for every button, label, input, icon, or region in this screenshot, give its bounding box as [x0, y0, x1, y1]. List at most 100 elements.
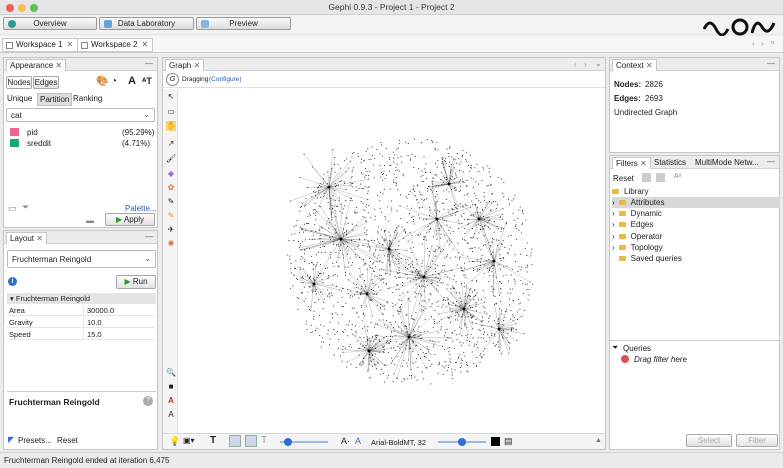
properties-section[interactable]: ▾ Fruchterman Reingold	[7, 293, 156, 304]
tab-layout[interactable]: Layout ✕	[6, 232, 47, 244]
edge-label-icon[interactable]: T	[261, 435, 267, 446]
close-icon[interactable]: ✕	[142, 40, 149, 49]
close-icon[interactable]: ✕	[193, 61, 200, 70]
auto-apply-icon[interactable]: ▭	[8, 203, 17, 214]
direct-select-icon[interactable]: ↗	[166, 139, 176, 149]
expand-icon[interactable]: ›	[612, 220, 615, 229]
select-button[interactable]: Select	[686, 434, 732, 447]
configure-link[interactable]: (Configure)	[209, 76, 242, 83]
tab-workspace-1[interactable]: Workspace 1 ✕	[2, 38, 79, 52]
library-item-edges[interactable]: › Edges	[612, 219, 780, 230]
label-color-icon[interactable]: A	[128, 75, 136, 87]
lightbulb-icon[interactable]: 💡	[169, 436, 180, 447]
tab-unique[interactable]: Unique	[7, 94, 32, 103]
funnel-icon[interactable]: ⏷	[22, 202, 29, 213]
param-row[interactable]: Speed 15.0	[7, 329, 154, 340]
minimize-icon[interactable]: —	[145, 59, 153, 68]
edge-weight-slider[interactable]	[280, 438, 328, 446]
label-font-button[interactable]: Arial-BoldMT, 32	[371, 438, 426, 447]
color-palette-icon[interactable]: 🎨	[96, 76, 108, 87]
font-color-icon[interactable]: A	[355, 436, 361, 446]
minimize-icon[interactable]: —	[767, 59, 775, 68]
scroll-right-icon[interactable]: ›	[584, 60, 587, 69]
param-row[interactable]: Gravity 10.0	[7, 317, 154, 328]
export-icon[interactable]	[656, 173, 665, 182]
minimize-icon[interactable]: —	[767, 157, 775, 166]
text-color-icon[interactable]: A	[166, 396, 176, 406]
close-icon[interactable]: ✕	[55, 61, 62, 70]
library-item-operator[interactable]: › Operator	[612, 231, 780, 242]
nodes-toggle[interactable]: Nodes	[6, 76, 32, 89]
expand-icon[interactable]: ›	[612, 232, 615, 241]
filters-reset-button[interactable]: Reset	[613, 174, 634, 183]
background-color-swatch[interactable]	[491, 437, 500, 446]
tab-scroll-right-icon[interactable]: ›	[761, 39, 764, 48]
preview-button[interactable]: Preview	[196, 17, 291, 30]
dropdown-icon[interactable]: ⌄	[595, 59, 602, 68]
data-laboratory-button[interactable]: Data Laboratory	[99, 17, 194, 30]
library-item-saved-queries[interactable]: ›Saved queries	[612, 253, 780, 264]
help-icon[interactable]: ?	[143, 396, 153, 406]
expand-icon[interactable]: ›	[612, 209, 615, 218]
tab-graph[interactable]: Graph ✕	[165, 59, 205, 71]
expand-icon[interactable]: ›	[612, 243, 615, 252]
label-size-slider[interactable]	[438, 438, 486, 446]
heat-map-icon[interactable]: ✺	[166, 239, 176, 249]
text-size-icon[interactable]: A	[166, 410, 176, 420]
edge-pencil-icon[interactable]: ✎	[166, 211, 176, 221]
tab-appearance[interactable]: Appearance ✕	[6, 59, 67, 71]
text-icon[interactable]: T	[210, 435, 216, 446]
apply-button[interactable]: ▶ Apply	[105, 213, 155, 226]
rectangle-select-icon[interactable]: ▭	[166, 107, 176, 117]
library-node[interactable]: Library	[612, 186, 780, 197]
library-item-attributes[interactable]: › Attributes	[612, 197, 780, 208]
tab-ranking[interactable]: Ranking	[73, 94, 102, 103]
edge-color-icon[interactable]	[245, 435, 257, 447]
filter-options-icon[interactable]: Aᵃ	[674, 173, 681, 180]
brush-icon[interactable]: 🖌	[166, 154, 176, 164]
close-icon[interactable]: ✕	[646, 61, 653, 70]
close-icon[interactable]: ✕	[640, 159, 647, 168]
save-icon[interactable]	[642, 173, 651, 182]
drag-hand-icon[interactable]: ✋	[166, 121, 176, 131]
tab-partition[interactable]: Partition	[37, 93, 73, 106]
scroll-left-icon[interactable]: ‹	[574, 60, 577, 69]
presets-button[interactable]: Presets...	[18, 436, 52, 445]
tab-context[interactable]: Context ✕	[612, 59, 657, 71]
library-item-topology[interactable]: › Topology	[612, 242, 780, 253]
attribute-select[interactable]: cat ⌄	[6, 108, 155, 122]
size-icon[interactable]: ◔	[111, 76, 117, 87]
tab-statistics[interactable]: Statistics	[654, 158, 686, 167]
tab-scroll-left-icon[interactable]: ‹	[752, 39, 755, 48]
select-arrow-icon[interactable]: ↖	[166, 92, 176, 102]
library-item-dynamic[interactable]: › Dynamic	[612, 208, 780, 219]
info-icon[interactable]: i	[8, 277, 17, 286]
font-decrease-icon[interactable]: A·	[341, 436, 350, 446]
center-icon[interactable]: ■	[166, 382, 176, 392]
reset-button[interactable]: Reset	[57, 436, 78, 445]
edge-toggle-icon[interactable]	[229, 435, 241, 447]
label-size-icon[interactable]: ᴬT	[142, 76, 152, 86]
spline-icon[interactable]: ▬	[86, 216, 94, 225]
partition-swatch-sreddit[interactable]	[10, 139, 19, 147]
label-settings-icon[interactable]: ▤	[504, 436, 513, 447]
tab-multimode[interactable]: MultiMode Netw...	[695, 158, 759, 167]
diamond-icon[interactable]: ◆	[166, 169, 176, 179]
run-button[interactable]: ▶ Run	[116, 275, 156, 289]
expand-icon[interactable]: ▲	[595, 437, 602, 444]
filter-button[interactable]: Filter	[736, 434, 778, 447]
edges-toggle[interactable]: Edges	[33, 76, 59, 89]
pencil-icon[interactable]: ✎	[166, 197, 176, 207]
close-icon[interactable]: ✕	[67, 40, 74, 49]
tab-restore-icon[interactable]: ▫	[771, 37, 774, 47]
painter-icon[interactable]: ✿	[166, 183, 176, 193]
shortest-path-icon[interactable]: ✈	[166, 225, 176, 235]
expand-icon[interactable]: ›	[612, 198, 615, 207]
close-icon[interactable]: ✕	[36, 234, 43, 243]
partition-swatch-pid[interactable]	[10, 128, 19, 136]
param-row[interactable]: Area 30000.0	[7, 305, 154, 316]
tab-workspace-2[interactable]: Workspace 2 ✕	[77, 38, 154, 52]
overview-button[interactable]: Overview	[3, 17, 97, 30]
screenshot-icon[interactable]: ▣▾	[183, 436, 195, 445]
tab-filters[interactable]: Filters ✕	[612, 157, 651, 169]
